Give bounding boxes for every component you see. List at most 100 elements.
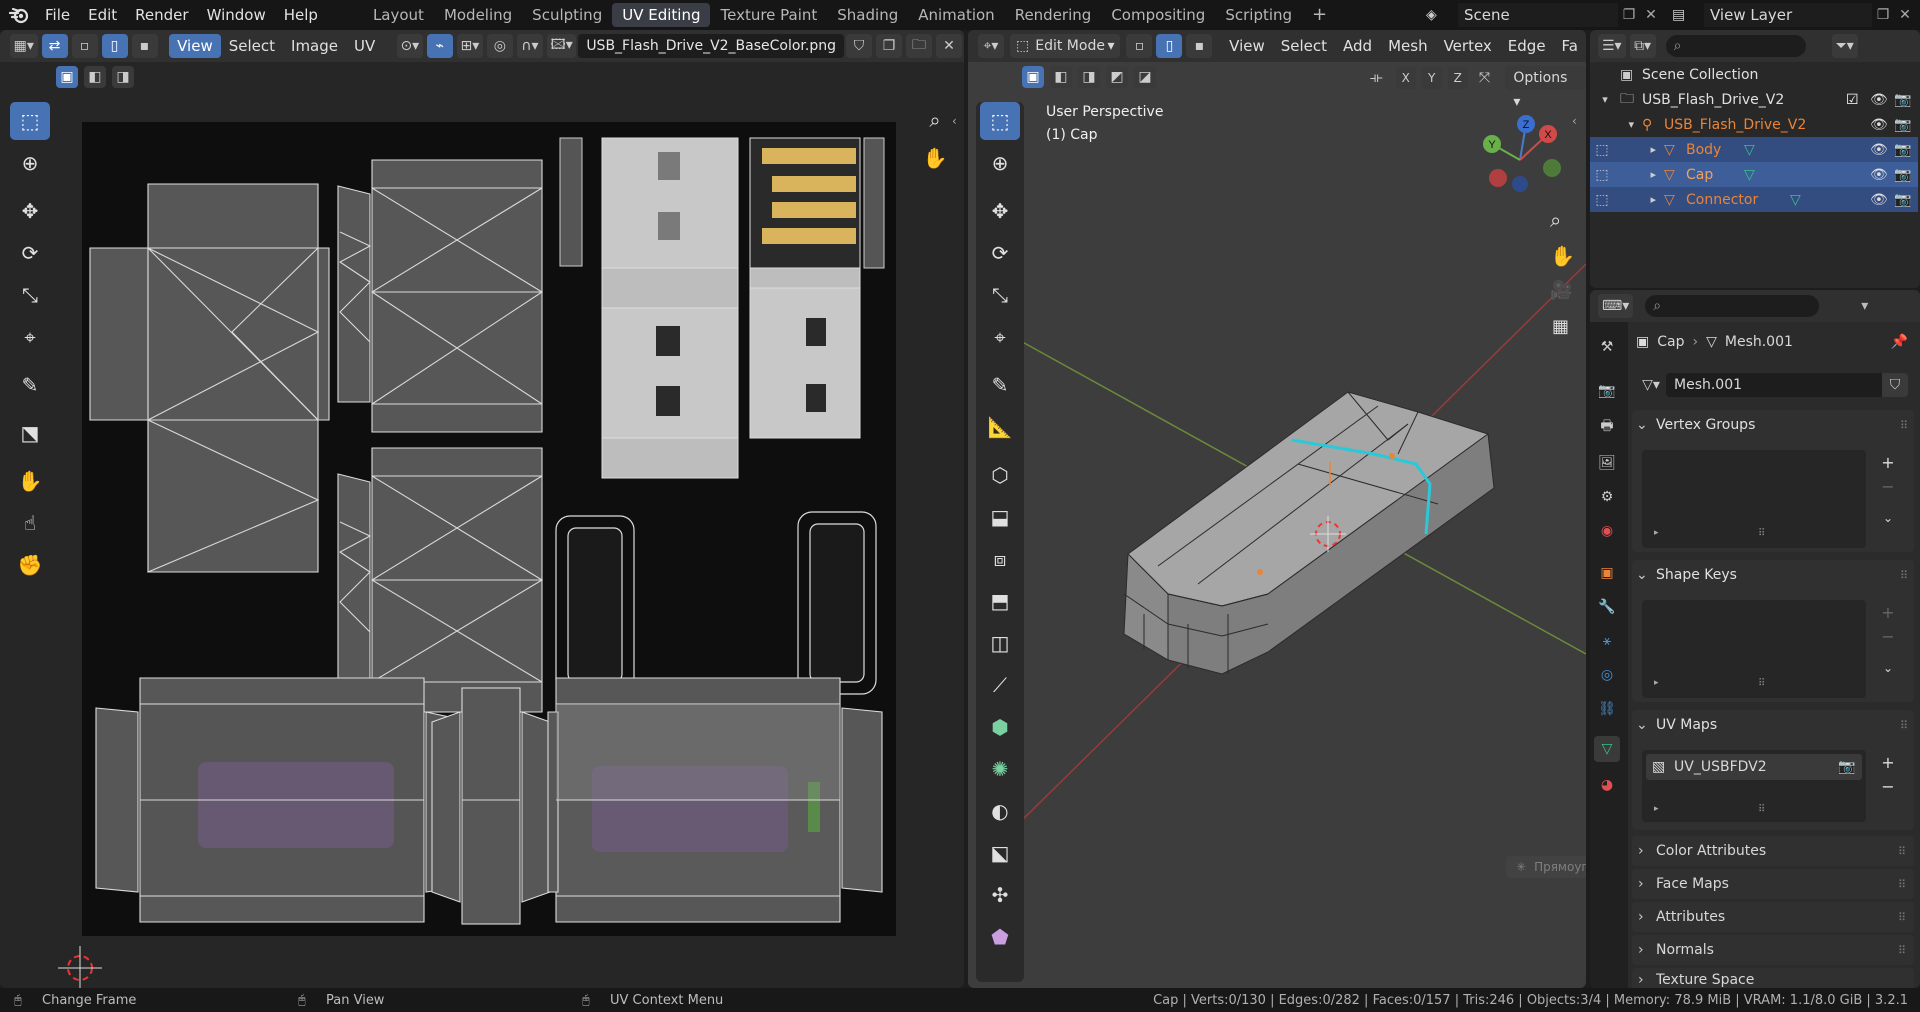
view-layer-tab-icon[interactable]: 🖼	[1594, 450, 1620, 476]
list-expand-icon[interactable]: ▸	[1654, 678, 1659, 688]
knife-tool-icon[interactable]: ⟋	[980, 666, 1020, 704]
list-expand-icon[interactable]: ▸	[1654, 804, 1659, 814]
vp-transform-tool-icon[interactable]: ⌖	[980, 318, 1020, 356]
fake-user-shield-icon[interactable]: ⛉	[846, 34, 873, 58]
select-subtract-icon[interactable]: ◨	[112, 66, 134, 88]
vp-scale-tool-icon[interactable]: ⤡	[980, 276, 1020, 314]
scene-tab-icon[interactable]: ⚙	[1594, 484, 1620, 510]
vertex-group-specials-button[interactable]: ⌄	[1876, 506, 1900, 530]
mesh-browse-icon[interactable]: ▽▾	[1638, 373, 1664, 397]
add-shape-key-button[interactable]: +	[1876, 600, 1900, 624]
normals-panel[interactable]: › Normals ⠿	[1632, 935, 1914, 965]
uv-island-top-middle[interactable]	[337, 159, 544, 433]
menu-window[interactable]: Window	[198, 6, 275, 24]
snap-target-icon[interactable]: ⊞▾	[456, 34, 483, 58]
add-uv-map-button[interactable]: +	[1876, 750, 1900, 774]
mesh-name-field[interactable]: Mesh.001	[1666, 373, 1882, 397]
vp-measure-tool-icon[interactable]: 📐	[980, 408, 1020, 446]
face-select-icon[interactable]: ▪	[131, 34, 158, 58]
uv-island-bottom-left[interactable]	[95, 677, 455, 923]
vp-rotate-tool-icon[interactable]: ⟳	[980, 234, 1020, 272]
falloff-icon[interactable]: ∩▾	[516, 34, 543, 58]
vp-select-subtract-icon[interactable]: ◨	[1078, 66, 1100, 88]
drag-handle-icon[interactable]: ⠿	[1898, 911, 1914, 924]
select-box-tool-icon[interactable]: ⬚	[10, 102, 50, 140]
uv-island-mid-middle[interactable]	[337, 447, 544, 713]
vp-annotate-tool-icon[interactable]: ✎	[980, 366, 1020, 404]
view-layer-name[interactable]: View Layer	[1704, 3, 1872, 27]
drag-handle-icon[interactable]: ⠿	[1898, 944, 1914, 957]
bevel-tool-icon[interactable]: ⬒	[980, 582, 1020, 620]
tab-compositing[interactable]: Compositing	[1101, 3, 1215, 27]
filter-icon[interactable]: ⏷▾	[1831, 34, 1858, 58]
auto-merge-icon[interactable]: ⤧	[1472, 70, 1498, 86]
tab-texture-paint[interactable]: Texture Paint	[710, 3, 827, 27]
smooth-tool-icon[interactable]: ◐	[980, 792, 1020, 830]
uv-menu-select[interactable]: Select	[221, 34, 283, 58]
particles-tab-icon[interactable]: ⚹	[1594, 628, 1620, 654]
copy-view-layer-icon[interactable]: ❐	[1872, 7, 1894, 23]
outliner-row-body[interactable]: ⬚ ▸ ▽ Body ▽ 👁 📷	[1590, 137, 1918, 162]
mirror-y-toggle[interactable]: Y	[1421, 67, 1442, 89]
shape-keys-list[interactable]	[1642, 600, 1866, 698]
vp-menu-add[interactable]: Add	[1335, 34, 1380, 58]
view-layer-selector[interactable]: ▤ View Layer ❐ ✕	[1672, 3, 1916, 27]
relax-tool-icon[interactable]: ☝	[10, 504, 50, 542]
list-resize-icon[interactable]: ⠿	[1758, 804, 1765, 815]
uv-sync-toggle-icon[interactable]: ⇄	[41, 34, 68, 58]
vp-vertex-select-icon[interactable]: ▫	[1126, 34, 1153, 58]
drag-handle-icon[interactable]: ⠿	[1898, 845, 1914, 858]
active-render-camera-icon[interactable]: 📷	[1838, 759, 1862, 775]
blender-logo-icon[interactable]	[8, 4, 30, 26]
exclude-checkbox[interactable]: ☑	[1846, 92, 1870, 108]
viewport-editor-type-icon[interactable]: ⌖▾	[978, 34, 1004, 58]
shape-key-specials-button[interactable]: ⌄	[1876, 656, 1900, 680]
constraints-tab-icon[interactable]: ⛓	[1594, 696, 1620, 722]
proportional-edit-icon[interactable]: ◎	[486, 34, 513, 58]
tab-scripting[interactable]: Scripting	[1215, 3, 1302, 27]
uv-map-item[interactable]: ▧ UV_USBFDV2 📷	[1646, 754, 1862, 780]
uv-pan-icon[interactable]: ✋	[920, 146, 950, 176]
vp-menu-mesh[interactable]: Mesh	[1380, 34, 1436, 58]
uv-sidebar-toggle-icon[interactable]: ‹	[952, 114, 964, 134]
modifier-tab-icon[interactable]: 🔧	[1594, 594, 1620, 620]
cursor-tool-icon[interactable]: ⊕	[10, 144, 50, 182]
vp-menu-select[interactable]: Select	[1273, 34, 1335, 58]
color-attributes-panel[interactable]: › Color Attributes ⠿	[1632, 836, 1914, 866]
viewport-camera-icon[interactable]: 🎥	[1550, 280, 1572, 301]
close-view-layer-icon[interactable]: ✕	[1894, 7, 1916, 23]
viewport-ortho-grid-icon[interactable]: ▦	[1552, 316, 1569, 337]
poly-build-tool-icon[interactable]: ⬢	[980, 708, 1020, 746]
rip-region-tool-icon[interactable]: ⬔	[10, 414, 50, 452]
mode-selector[interactable]: ⬚ Edit Mode ▾	[1010, 34, 1121, 58]
render-camera-icon[interactable]: 📷	[1894, 167, 1918, 183]
visibility-eye-icon[interactable]: 👁	[1870, 192, 1894, 208]
select-new-icon[interactable]: ▣	[56, 66, 78, 88]
menu-render[interactable]: Render	[126, 6, 197, 24]
vertex-groups-list[interactable]	[1642, 450, 1866, 548]
viewport-zoom-icon[interactable]: ⌕	[1550, 208, 1561, 232]
pivot-icon[interactable]: ⊙▾	[396, 34, 423, 58]
move-tool-icon[interactable]: ✥	[10, 192, 50, 230]
vp-menu-face[interactable]: Fa	[1554, 34, 1586, 58]
world-tab-icon[interactable]: ◉	[1594, 518, 1620, 544]
uv-menu-uv[interactable]: UV	[346, 34, 383, 58]
open-image-icon[interactable]: 🗀	[906, 34, 933, 58]
inset-tool-icon[interactable]: ⧈	[980, 540, 1020, 578]
mirror-x-toggle[interactable]: X	[1395, 67, 1416, 89]
copy-scene-icon[interactable]: ❐	[1618, 7, 1640, 23]
add-workspace-button[interactable]: +	[1302, 3, 1337, 27]
add-vertex-group-button[interactable]: +	[1876, 450, 1900, 474]
menu-edit[interactable]: Edit	[79, 6, 126, 24]
vertex-select-icon[interactable]: ▫	[71, 34, 98, 58]
outliner-row-scene-collection[interactable]: ▣ Scene Collection	[1590, 62, 1918, 87]
tab-layout[interactable]: Layout	[363, 3, 434, 27]
physics-tab-icon[interactable]: ◎	[1594, 662, 1620, 688]
remove-shape-key-button[interactable]: −	[1876, 624, 1900, 648]
face-maps-panel[interactable]: › Face Maps ⠿	[1632, 869, 1914, 899]
uv-island-connector-metal[interactable]	[559, 137, 885, 479]
tool-tab-icon[interactable]: ⚒	[1594, 334, 1620, 360]
outliner-row-collection[interactable]: ▾ 🗀 USB_Flash_Drive_V2 ☑ 👁 📷	[1590, 87, 1918, 112]
outliner-editor-type-icon[interactable]: ☰▾	[1598, 34, 1626, 58]
pin-icon[interactable]: 📌	[1891, 334, 1908, 350]
